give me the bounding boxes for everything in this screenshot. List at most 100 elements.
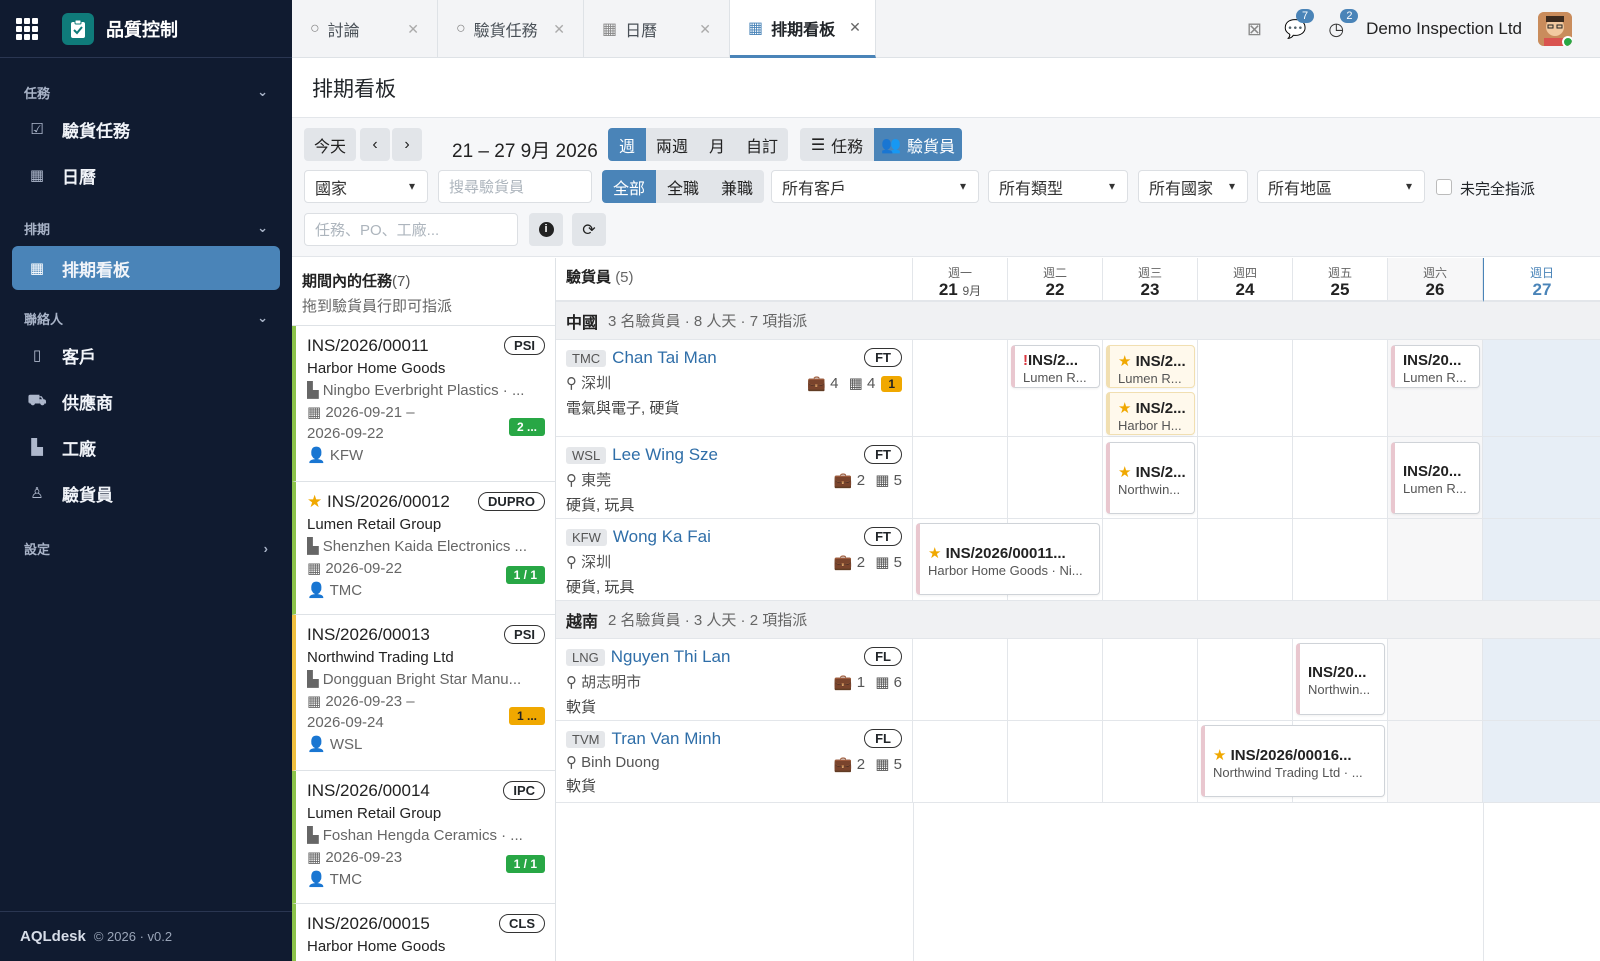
- inspector-name[interactable]: Lee Wing Sze: [612, 445, 718, 464]
- assignment-card[interactable]: INS/20... Lumen R...: [1391, 345, 1480, 388]
- day-cell[interactable]: [1103, 519, 1198, 600]
- employment-parttime-button[interactable]: 兼職: [710, 170, 764, 203]
- inspector-search-input[interactable]: 搜尋驗貨員: [438, 170, 592, 203]
- sidebar-item-suppliers[interactable]: ⛟ 供應商: [0, 378, 292, 424]
- employment-fulltime-button[interactable]: 全職: [656, 170, 710, 203]
- page-title: 排期看板: [292, 58, 1600, 118]
- day-cell[interactable]: [913, 721, 1008, 802]
- apps-grid-icon[interactable]: [16, 17, 38, 40]
- day-number: 22: [1045, 280, 1065, 299]
- country-select[interactable]: 國家 ▾: [304, 170, 428, 203]
- sidebar-item-schedule-board[interactable]: ▦ 排期看板: [12, 246, 280, 290]
- footer-meta: © 2026 · v0.2: [93, 929, 173, 944]
- job-count: 2: [856, 756, 866, 773]
- close-window-icon[interactable]: ⊠: [1247, 19, 1262, 40]
- sidebar-section-tasks[interactable]: 任務 ⌄: [0, 78, 292, 106]
- assignment-card[interactable]: ★ INS/2... Lumen R...: [1106, 345, 1195, 388]
- task-card[interactable]: INS/2026/00013 PSI Northwind Trading Ltd…: [292, 615, 555, 771]
- day-cell[interactable]: [1293, 340, 1388, 436]
- day-cell[interactable]: [1008, 721, 1103, 802]
- mode-inspectors-button[interactable]: 👥 驗貨員: [874, 128, 962, 161]
- day-cell[interactable]: [1103, 721, 1198, 802]
- sidebar-item-factories[interactable]: ▙ 工廠: [0, 424, 292, 470]
- day-cell[interactable]: [1198, 437, 1293, 518]
- view-custom-button[interactable]: 自訂: [736, 128, 788, 161]
- assignment-card[interactable]: ★ INS/2... Northwin...: [1106, 442, 1195, 514]
- sidebar-item-inspectors[interactable]: ♙ 驗貨員: [0, 470, 292, 516]
- country-filter-select[interactable]: 所有國家 ▾: [1138, 170, 1248, 203]
- avatar[interactable]: [1538, 12, 1572, 46]
- sidebar-section-scheduling[interactable]: 排期 ⌄: [0, 214, 292, 242]
- today-button[interactable]: 今天: [304, 128, 356, 161]
- close-icon[interactable]: ✕: [407, 21, 419, 38]
- activity-clock-icon[interactable]: ◷ 2: [1328, 8, 1359, 40]
- task-card[interactable]: INS/2026/00014 IPC Lumen Retail Group ▙ …: [292, 771, 555, 904]
- mode-tasks-button[interactable]: ☰ 任務: [800, 128, 874, 161]
- tab-calendar[interactable]: ▦ 日曆 ✕: [584, 0, 730, 58]
- day-cell[interactable]: [1198, 519, 1293, 600]
- assignment-card[interactable]: ★ INS/2026/00016... Northwind Trading Ltd…: [1201, 725, 1385, 797]
- close-icon[interactable]: ✕: [849, 19, 861, 36]
- day-cell[interactable]: [913, 639, 1008, 720]
- messages-icon[interactable]: 💬 7: [1284, 8, 1315, 40]
- next-button[interactable]: ›: [392, 128, 422, 161]
- inspector-name[interactable]: Tran Van Minh: [611, 729, 721, 748]
- sidebar-item-calendar[interactable]: ▦ 日曆: [0, 152, 292, 198]
- sidebar-item-inspection-tasks[interactable]: ☑ 驗貨任務: [0, 106, 292, 152]
- task-card[interactable]: INS/2026/00011 PSI Harbor Home Goods ▙ N…: [292, 326, 555, 482]
- inspector-name[interactable]: Chan Tai Man: [612, 348, 717, 367]
- sidebar-section-contacts[interactable]: 聯絡人 ⌄: [0, 304, 292, 332]
- day-cell[interactable]: [1483, 519, 1600, 600]
- prev-button[interactable]: ‹: [360, 128, 390, 161]
- task-card[interactable]: ★ INS/2026/00012 DUPRO Lumen Retail Grou…: [292, 482, 555, 615]
- day-cell[interactable]: [1483, 437, 1600, 518]
- day-cell[interactable]: [1483, 340, 1600, 436]
- day-cell[interactable]: [1483, 721, 1600, 802]
- view-week-button[interactable]: 週: [608, 128, 646, 161]
- map-pin-icon: ⚲: [566, 375, 582, 392]
- day-cell[interactable]: [1198, 639, 1293, 720]
- day-cell[interactable]: [1293, 437, 1388, 518]
- info-button[interactable]: i: [529, 213, 563, 246]
- day-cell[interactable]: [1103, 639, 1198, 720]
- assignment-card[interactable]: ★ INS/2026/00011... Harbor Home Goods · N…: [916, 523, 1100, 595]
- refresh-button[interactable]: ⟳: [572, 213, 606, 246]
- close-icon[interactable]: ✕: [699, 21, 711, 38]
- close-icon[interactable]: ✕: [553, 21, 565, 38]
- day-number: 21: [938, 280, 958, 299]
- sidebar-section-settings[interactable]: 設定 ›: [0, 534, 292, 562]
- day-cell[interactable]: [1388, 639, 1483, 720]
- day-cell[interactable]: [1388, 519, 1483, 600]
- calendar-icon: ▦: [875, 554, 890, 571]
- section-label: 排期: [24, 221, 51, 237]
- task-card[interactable]: INS/2026/00015 CLS Harbor Home Goods: [292, 904, 555, 961]
- day-cell[interactable]: [1388, 721, 1483, 802]
- day-cell[interactable]: [913, 437, 1008, 518]
- company-name[interactable]: Demo Inspection Ltd: [1366, 19, 1522, 39]
- unassigned-checkbox[interactable]: [1436, 179, 1452, 195]
- day-cell[interactable]: [1198, 340, 1293, 436]
- assignment-card[interactable]: !INS/2... Lumen R...: [1011, 345, 1100, 388]
- day-cell[interactable]: [1293, 519, 1388, 600]
- day-cell[interactable]: [913, 340, 1008, 436]
- sidebar-item-clients[interactable]: ▯ 客戶: [0, 332, 292, 378]
- client-filter-select[interactable]: 所有客戶 ▾: [771, 170, 979, 203]
- assignment-card[interactable]: ★ INS/2... Harbor H...: [1106, 392, 1195, 435]
- day-cell[interactable]: [1483, 639, 1600, 720]
- tab-inspection-tasks[interactable]: ○ 驗貨任務 ✕: [438, 0, 584, 58]
- tab-discussion[interactable]: ○ 討論 ✕: [292, 0, 438, 58]
- tab-schedule-board[interactable]: ▦ 排期看板 ✕: [730, 0, 876, 58]
- inspector-name[interactable]: Wong Ka Fai: [613, 527, 711, 546]
- assignment-card[interactable]: INS/20... Lumen R...: [1391, 442, 1480, 514]
- task-search-input[interactable]: 任務、PO、工廠...: [304, 213, 518, 246]
- day-cell[interactable]: [1008, 639, 1103, 720]
- type-filter-select[interactable]: 所有類型 ▾: [988, 170, 1128, 203]
- inspector-name[interactable]: Nguyen Thi Lan: [611, 647, 731, 666]
- employment-all-button[interactable]: 全部: [602, 170, 656, 203]
- day-cell[interactable]: [1008, 437, 1103, 518]
- inspector-initials: TVM: [566, 730, 606, 748]
- view-month-button[interactable]: 月: [698, 128, 736, 161]
- assignment-card[interactable]: INS/20... Northwin...: [1296, 643, 1385, 715]
- region-filter-select[interactable]: 所有地區 ▾: [1257, 170, 1425, 203]
- view-two-weeks-button[interactable]: 兩週: [646, 128, 698, 161]
